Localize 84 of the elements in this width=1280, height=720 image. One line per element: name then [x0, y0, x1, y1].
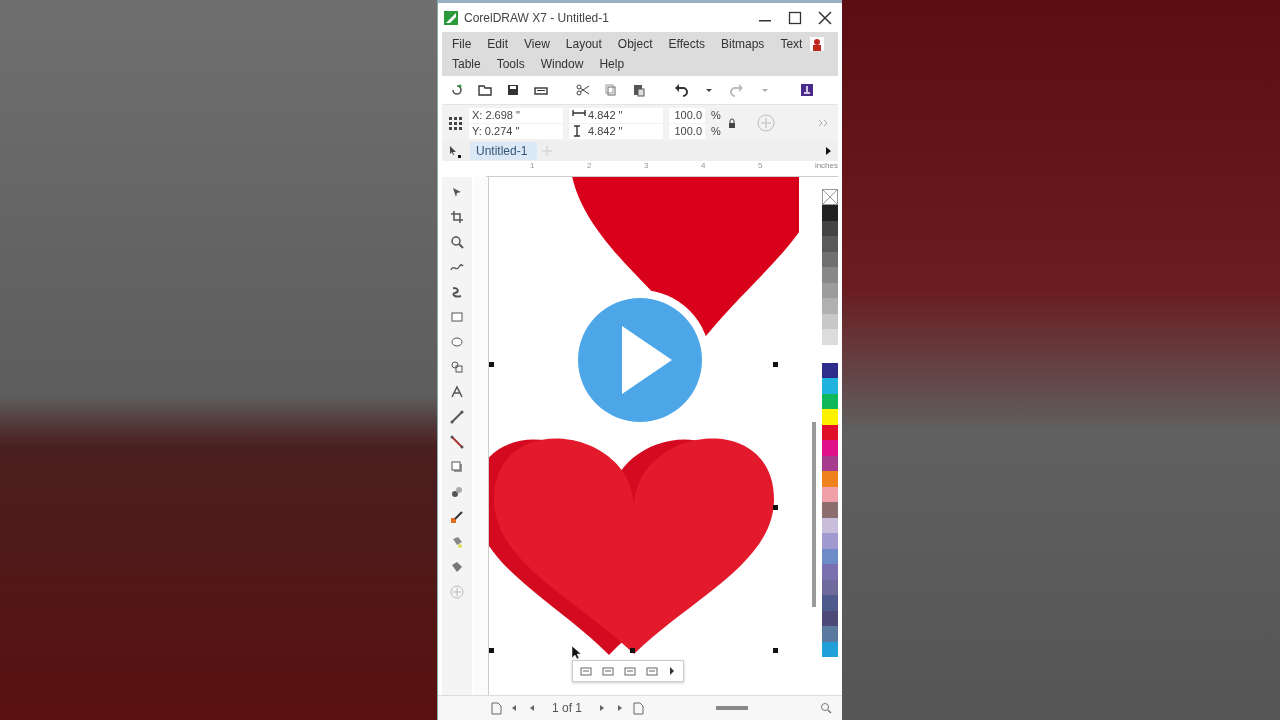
object-origin-icon[interactable]	[448, 115, 463, 131]
color-swatch[interactable]	[822, 329, 838, 345]
color-swatch[interactable]	[822, 267, 838, 283]
menu-item[interactable]: Help	[591, 54, 633, 74]
ruler-number: 5	[757, 161, 764, 170]
scale-field[interactable]: 100.0	[669, 107, 705, 123]
color-swatch[interactable]	[822, 533, 838, 549]
more-icon[interactable]	[667, 664, 677, 678]
transparency-icon[interactable]	[450, 485, 464, 499]
size-field[interactable]: 4.842 "	[569, 107, 663, 123]
folder-icon[interactable]	[478, 83, 492, 97]
scrollbar-thumb[interactable]	[812, 422, 816, 607]
position-field[interactable]: X: 2.698 "	[469, 107, 563, 123]
menu-item[interactable]: Table	[444, 54, 489, 74]
position-field[interactable]: Y: 0.274 "	[469, 123, 563, 139]
add-icon[interactable]	[756, 114, 775, 132]
field-value: 4.842 "	[588, 107, 623, 123]
text-tool-icon[interactable]	[450, 385, 464, 399]
ruler-unit: inches	[814, 161, 838, 170]
ruler-number: 4	[700, 161, 707, 170]
scale-field[interactable]: 100.0	[669, 123, 705, 139]
ellipse-icon[interactable]	[450, 335, 464, 349]
zoom-icon[interactable]	[820, 702, 832, 714]
user-icon[interactable]	[810, 37, 825, 51]
color-swatch[interactable]	[822, 502, 838, 518]
artistic-media-icon[interactable]	[450, 285, 464, 299]
percent-label: %	[711, 107, 721, 123]
page-indicator: 1 of 1	[552, 701, 583, 715]
color-swatch[interactable]	[822, 440, 838, 456]
color-swatch[interactable]	[822, 298, 838, 314]
menu-item[interactable]: Text	[772, 34, 811, 54]
interactive-fill-icon[interactable]	[450, 535, 464, 549]
document-tab[interactable]: Untitled-1	[470, 142, 538, 160]
paste-icon[interactable]	[632, 83, 646, 97]
zoom-icon[interactable]	[450, 235, 464, 249]
menu-item[interactable]: Object	[609, 34, 661, 54]
color-swatch[interactable]	[822, 595, 838, 611]
color-swatch[interactable]	[822, 471, 838, 487]
crop-icon[interactable]	[450, 210, 464, 224]
color-swatch[interactable]	[822, 205, 838, 221]
add-page-icon[interactable]	[632, 701, 645, 715]
lock-icon[interactable]	[726, 117, 737, 129]
close-icon[interactable]	[818, 10, 832, 25]
scrollbar-thumb[interactable]	[716, 706, 748, 710]
ruler-number: 1	[529, 161, 536, 170]
menu-item[interactable]: View	[516, 34, 558, 54]
menu-item[interactable]: File	[444, 34, 480, 54]
color-swatch[interactable]	[822, 626, 838, 642]
no-color-icon[interactable]	[822, 189, 838, 205]
save-icon[interactable]	[506, 83, 520, 97]
app-logo-icon	[444, 10, 458, 25]
scissors-icon[interactable]	[576, 83, 590, 97]
redo-icon[interactable]	[730, 83, 744, 97]
rectangle-icon[interactable]	[450, 310, 464, 324]
menu-item[interactable]: Window	[532, 54, 592, 74]
connector-icon[interactable]	[450, 435, 464, 449]
ruler-number: 3	[643, 161, 650, 170]
ruler-number: 2	[586, 161, 593, 170]
menu-item[interactable]: Edit	[479, 34, 517, 54]
menu-item[interactable]: Layout	[557, 34, 610, 54]
smart-fill-icon[interactable]	[450, 560, 464, 574]
eyedropper-icon[interactable]	[450, 510, 464, 524]
publish-icon[interactable]	[800, 83, 814, 97]
undo-icon[interactable]	[674, 83, 688, 97]
menu-item[interactable]: Bitmaps	[713, 34, 773, 54]
color-swatch[interactable]	[822, 564, 838, 580]
window-title: CorelDRAW X7 - Untitled-1	[464, 10, 609, 25]
menu-item[interactable]: Tools	[488, 54, 533, 74]
menu-item[interactable]: Effects	[660, 34, 713, 54]
color-swatch[interactable]	[822, 409, 838, 425]
drop-shadow-icon[interactable]	[450, 460, 464, 474]
parallel-dimension-icon[interactable]	[450, 410, 464, 424]
polygon-icon[interactable]	[450, 360, 464, 374]
copy-icon[interactable]	[604, 83, 618, 97]
color-swatch[interactable]	[822, 378, 838, 394]
color-swatch[interactable]	[822, 236, 838, 252]
maximize-icon[interactable]	[788, 10, 802, 25]
color-swatch[interactable]	[822, 362, 838, 378]
new-icon[interactable]	[450, 83, 464, 97]
scroll-right-icon[interactable]	[824, 145, 832, 157]
first-page-icon[interactable]	[490, 701, 502, 715]
size-field[interactable]: 4.842 "	[569, 123, 663, 139]
percent-label: %	[711, 123, 721, 139]
field-value: 4.842 "	[588, 123, 623, 139]
